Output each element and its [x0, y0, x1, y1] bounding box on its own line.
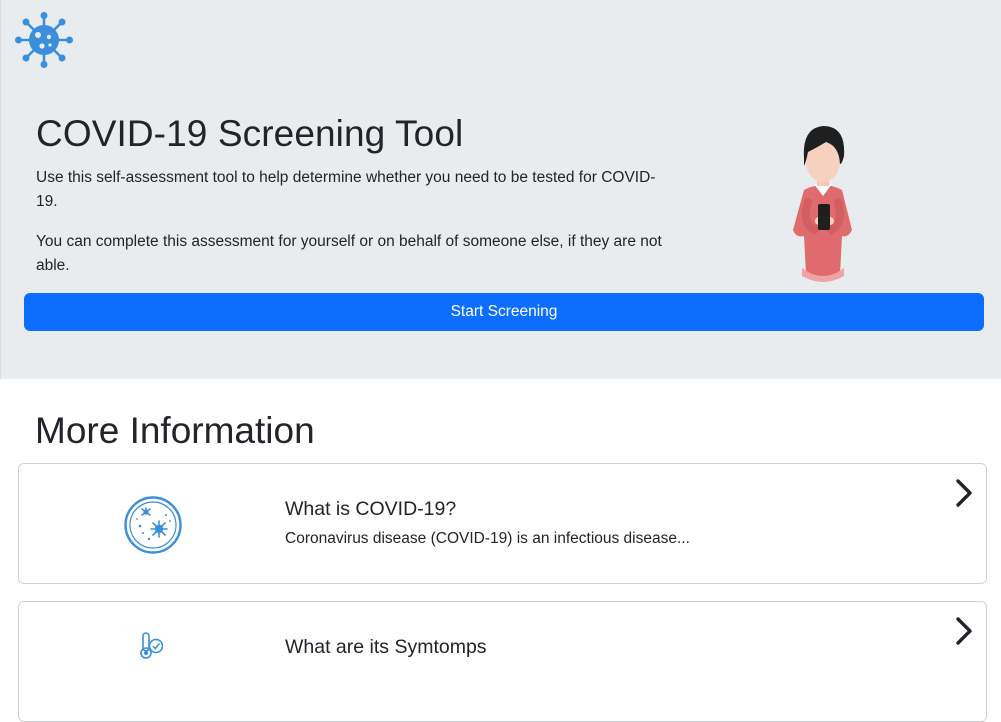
card-description: Coronavirus disease (COVID-19) is an inf… [285, 530, 690, 547]
info-card-symptoms[interactable]: What are its Symtomps [18, 601, 987, 722]
card-title: What is COVID-19? [285, 498, 457, 520]
page-title: COVID-19 Screening Tool [36, 113, 464, 154]
person-with-phone-illustration [793, 126, 852, 282]
intro-text-secondary: You can complete this assessment for you… [36, 233, 662, 274]
virus-circle-icon [124, 496, 182, 554]
start-screening-button[interactable]: Start Screening [24, 293, 984, 331]
thermometer-check-icon [140, 632, 163, 659]
chevron-right-icon[interactable] [953, 616, 975, 646]
intro-text: Use this self-assessment tool to help de… [36, 169, 656, 210]
chevron-right-icon[interactable] [953, 478, 975, 508]
card-title: What are its Symtomps [285, 636, 487, 658]
hero-section: COVID-19 Screening Tool Use this self-as… [0, 0, 1001, 379]
more-information-heading: More Information [35, 410, 315, 451]
info-card-what-is-covid[interactable]: What is COVID-19? Coronavirus disease (C… [18, 463, 987, 584]
virus-icon[interactable] [13, 11, 75, 69]
